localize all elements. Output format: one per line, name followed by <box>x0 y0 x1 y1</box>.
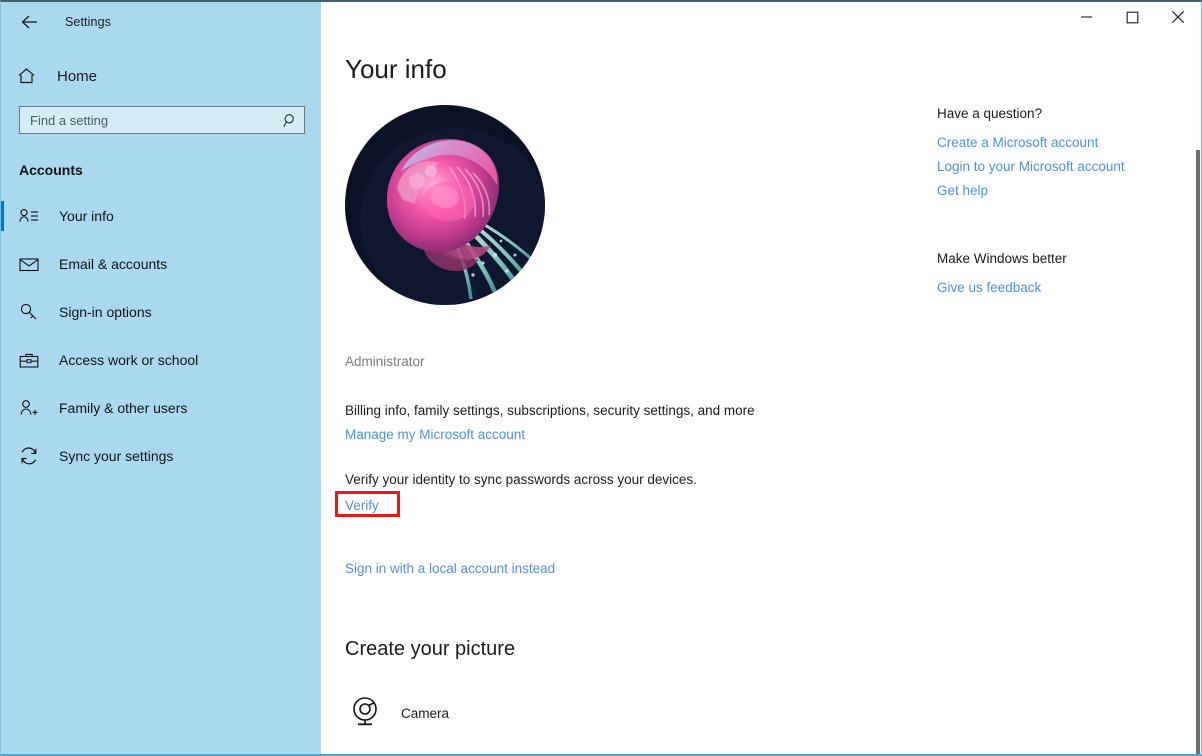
camera-label: Camera <box>401 706 450 721</box>
help-feedback-heading: Make Windows better <box>937 251 1067 266</box>
billing-description: Billing info, family settings, subscript… <box>345 403 755 418</box>
help-column: Have a question? Create a Microsoft acco… <box>937 106 1177 304</box>
camera-option[interactable]: Camera <box>349 695 449 732</box>
sidebar-section-title: Accounts <box>19 162 83 178</box>
sidebar-nav-list: Your info Email & accounts Sign-in optio… <box>1 192 321 480</box>
sync-icon <box>19 447 45 465</box>
minimize-icon[interactable] <box>1063 2 1109 32</box>
search-icon[interactable] <box>276 107 304 133</box>
verify-description: Verify your identity to sync passwords a… <box>345 472 697 487</box>
sidebar-titlebar: Settings <box>1 2 321 42</box>
settings-window: Settings Home Accounts <box>0 0 1202 756</box>
sidebar-item-home-label: Home <box>57 67 98 85</box>
account-info-block: Administrator Billing info, family setti… <box>335 354 965 517</box>
sidebar-item-signin-options[interactable]: Sign-in options <box>1 288 321 336</box>
account-role: Administrator <box>345 354 425 369</box>
create-picture-title: Create your picture <box>345 638 516 660</box>
account-avatar[interactable] <box>345 105 545 305</box>
user-info-icon <box>19 208 45 224</box>
app-title: Settings <box>65 15 111 29</box>
maximize-icon[interactable] <box>1109 2 1155 32</box>
verify-link[interactable]: Verify <box>345 498 379 513</box>
sidebar-item-email-accounts-label: Email & accounts <box>59 256 168 272</box>
sidebar-item-signin-options-label: Sign-in options <box>59 304 152 320</box>
sign-in-local-account-link[interactable]: Sign in with a local account instead <box>345 561 555 576</box>
sidebar: Settings Home Accounts <box>1 2 321 754</box>
scrollbar[interactable] <box>1195 34 1201 754</box>
user-add-icon <box>19 399 45 417</box>
back-arrow-icon[interactable] <box>15 8 45 36</box>
verify-link-wrapper: Verify <box>335 491 400 517</box>
home-icon <box>17 67 43 85</box>
key-icon <box>19 303 45 321</box>
get-help-link[interactable]: Get help <box>937 183 1177 198</box>
sidebar-item-your-info[interactable]: Your info <box>1 192 321 240</box>
login-microsoft-account-link[interactable]: Login to your Microsoft account <box>937 159 1177 174</box>
search-input[interactable] <box>20 107 276 133</box>
main-content: Your info Administrator Billing info, fa… <box>321 2 1201 754</box>
search-box[interactable] <box>19 106 305 134</box>
sidebar-item-home[interactable]: Home <box>1 56 321 96</box>
create-microsoft-account-link[interactable]: Create a Microsoft account <box>937 135 1177 150</box>
give-feedback-link[interactable]: Give us feedback <box>937 280 1177 295</box>
sidebar-item-access-work-school[interactable]: Access work or school <box>1 336 321 384</box>
page-title: Your info <box>345 54 447 84</box>
scrollbar-thumb[interactable] <box>1196 150 1200 754</box>
sidebar-item-your-info-label: Your info <box>59 208 114 224</box>
camera-icon <box>349 695 381 732</box>
sidebar-item-access-work-school-label: Access work or school <box>59 352 199 368</box>
close-icon[interactable] <box>1155 2 1201 32</box>
sidebar-item-email-accounts[interactable]: Email & accounts <box>1 240 321 288</box>
sidebar-item-family-other-users[interactable]: Family & other users <box>1 384 321 432</box>
sidebar-item-family-other-users-label: Family & other users <box>59 400 188 416</box>
manage-microsoft-account-link[interactable]: Manage my Microsoft account <box>345 427 525 442</box>
window-controls <box>321 2 1201 34</box>
help-question-heading: Have a question? <box>937 106 1043 121</box>
envelope-icon <box>19 257 45 272</box>
briefcase-icon <box>19 352 45 369</box>
sidebar-item-sync-settings-label: Sync your settings <box>59 448 174 464</box>
sidebar-item-sync-settings[interactable]: Sync your settings <box>1 432 321 480</box>
